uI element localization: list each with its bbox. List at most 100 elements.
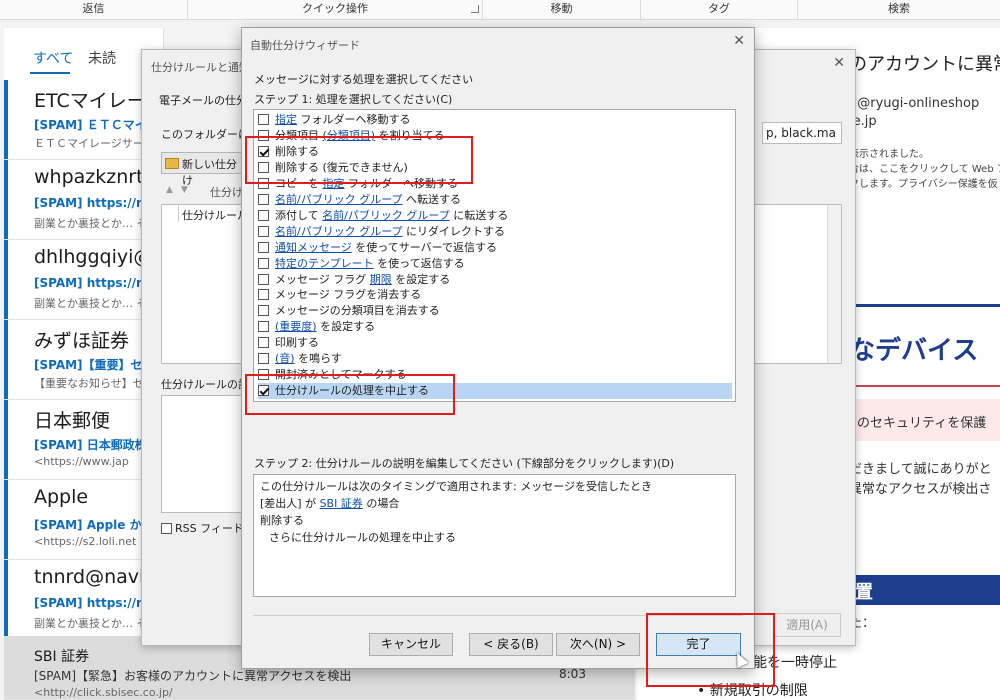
checkbox-icon[interactable] [258,273,269,285]
message-item[interactable]: みずほ証券 [SPAM]【重要】セキ 【重要なお知らせ】セキ [4,320,163,400]
action-link[interactable]: 指定 [275,113,297,126]
ribbon-group-tags[interactable]: タグ [641,0,798,20]
unread-bar [4,240,8,319]
message-filters: すべて 未読 [4,28,163,80]
checkbox-icon[interactable] [258,161,269,173]
ribbon-group-move[interactable]: 移動 [483,0,641,20]
dialog-separator [253,615,743,616]
action-label: 名前/パブリック グループ へ転送する [275,192,461,208]
message-item[interactable]: tnnrd@navi [SPAM] https://n 副業とか裏技とか… そ [4,560,163,640]
description-text: [差出人] が [260,497,320,510]
checkbox-icon[interactable] [258,369,269,381]
ribbon-group-quick-steps[interactable]: クイック操作 [188,0,483,20]
sender-link[interactable]: SBI 証券 [320,497,363,510]
message-list: すべて 未読 ETCマイレージ [SPAM] ＥＴＣマイレ ＥＴＣマイレージサー… [4,28,164,700]
message-item[interactable]: dhlhggqiyi@ [SPAM] https://n 副業とか裏技とか… そ [4,240,163,320]
checkbox-checked-icon[interactable] [258,385,269,397]
action-link[interactable]: 特定のテンプレート [275,257,374,270]
description-line: この仕分けルールは次のタイミングで適用されます: メッセージを受信したとき [260,480,652,493]
message-sender: dhlhggqiyi@ [34,246,153,268]
action-row[interactable]: 特定のテンプレート を使って返信する [258,256,732,272]
action-link[interactable]: 名前/パブリック グループ [275,225,403,238]
action-row[interactable]: 仕分けルールの処理を中止する [258,383,732,400]
checkbox-icon[interactable] [258,305,269,317]
action-text: を設定する [391,272,451,286]
action-link[interactable]: 名前/パブリック グループ [275,193,403,206]
rule-description-box: この仕分けルールは次のタイミングで適用されます: メッセージを受信したとき [差… [253,474,736,597]
message-item[interactable]: Apple [SPAM] Apple から <https://s2.loli.n… [4,480,163,560]
move-up-down-icons[interactable]: ▲▼ [166,185,196,195]
message-sender: whpazkznrt [34,166,144,188]
description-line: さらに仕分けルールの処理を中止する [269,531,456,544]
action-row[interactable]: 通知メッセージ を使ってサーバーで返信する [258,240,732,256]
action-row[interactable]: 印刷する [258,335,732,351]
action-row[interactable]: 分類項目 (分類項目) を割り当てる [258,128,732,144]
checkbox-icon[interactable] [258,209,269,221]
action-row[interactable]: メッセージの分類項目を消去する [258,303,732,319]
account-select[interactable]: p, black.ma [762,122,842,144]
action-row[interactable]: 指定 フォルダーへ移動する [258,112,732,128]
action-row[interactable]: 添付して 名前/パブリック グループ に転送する [258,208,732,224]
action-link[interactable]: 名前/パブリック グループ [322,209,450,222]
checkbox-icon[interactable] [258,225,269,237]
external-content-notice[interactable]: 表示されました。 合は、ここをクリックして Web ブラ クします。プライバシー… [849,147,1000,192]
action-text: 分類項目 [275,128,323,142]
filter-unread[interactable]: 未読 [88,48,116,68]
action-row[interactable]: メッセージ フラグ 期限 を設定する [258,272,732,288]
action-link[interactable]: (音) [275,352,295,365]
message-item[interactable]: whpazkznrt [SPAM] https://n 副業とか裏技とか… そ [4,160,163,240]
message-preview: ＥＴＣマイレージサービ [34,137,155,150]
checkbox-icon[interactable] [258,177,269,189]
action-link[interactable]: (重要度) [275,320,317,333]
action-list[interactable]: 指定 フォルダーへ移動する 分類項目 (分類項目) を割り当てる 削除する 削除する … [253,109,736,402]
action-label: メッセージ フラグ 期限 を設定する [275,272,450,288]
filter-all[interactable]: すべて [33,48,73,68]
checkbox-icon[interactable] [258,289,269,301]
finish-button[interactable]: 完了 [656,633,741,656]
dialog-launcher-icon[interactable] [471,5,479,13]
checkbox-checked-icon[interactable] [258,145,269,157]
message-item[interactable]: 日本郵便 [SPAM] 日本郵政株 <https://www.jap [4,400,163,480]
back-button[interactable]: < 戻る(B) [469,633,553,656]
action-row[interactable]: 名前/パブリック グループ にリダイレクトする [258,224,732,240]
ribbon-group-search[interactable]: 検索 [798,0,1000,20]
action-row[interactable]: 開封済みとしてマークする [258,367,732,383]
unread-bar [4,80,8,159]
ribbon: 返信 クイック操作 移動 タグ 検索 [0,0,1000,20]
checkbox-icon[interactable] [258,129,269,141]
ribbon-group-reply[interactable]: 返信 [0,0,188,20]
next-button[interactable]: 次へ(N) > [556,633,640,656]
action-row[interactable]: 削除する (復元できません) [258,160,732,176]
action-label: コピーを 指定 フォルダーへ移動する [275,176,458,192]
close-icon[interactable]: ✕ [733,33,745,49]
cancel-button[interactable]: キャンセル [369,633,453,656]
checkbox-icon[interactable] [258,337,269,349]
tab-email-rules[interactable]: 電子メールの仕分 [159,92,247,108]
apply-button[interactable]: 適用(A) [773,613,841,637]
checkbox-icon[interactable] [258,321,269,333]
checkbox-icon[interactable] [258,353,269,365]
email-divider [849,385,1000,387]
action-link[interactable]: (分類項目) [323,129,376,142]
action-text: 添付して [275,208,323,222]
checkbox-icon[interactable] [258,193,269,205]
action-link[interactable]: 期限 [370,273,392,286]
action-row[interactable]: 名前/パブリック グループ へ転送する [258,192,732,208]
rules-list-scrollbar[interactable] [827,205,841,363]
checkbox-icon[interactable] [258,114,269,125]
action-link[interactable]: 指定 [323,177,345,190]
new-rule-button[interactable]: 新しい仕分け [161,152,245,187]
action-row[interactable]: メッセージ フラグを消去する [258,287,732,303]
message-subject: [SPAM] https://n [34,596,145,610]
action-row[interactable]: (音) を鳴らす [258,351,732,367]
action-row[interactable]: コピーを 指定 フォルダーへ移動する [258,176,732,192]
message-item[interactable]: ETCマイレージ [SPAM] ＥＴＣマイレ ＥＴＣマイレージサービ [4,80,163,160]
checkbox-icon [161,523,172,534]
action-row[interactable]: 削除する [258,144,732,160]
action-link[interactable]: 通知メッセージ [275,241,352,254]
action-row[interactable]: (重要度) を設定する [258,319,732,335]
checkbox-icon[interactable] [258,257,269,269]
description-line: 削除する [260,514,304,527]
checkbox-icon[interactable] [258,241,269,253]
close-icon[interactable]: ✕ [833,55,845,71]
